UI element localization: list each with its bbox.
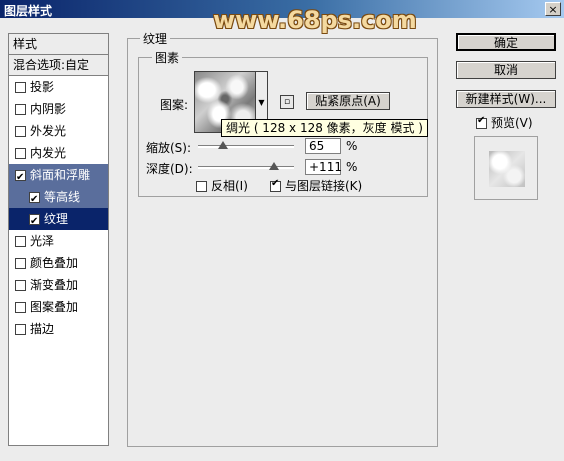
link-label: 与图层链接(K) [285,179,363,193]
scale-slider-thumb[interactable] [217,141,228,149]
window-title: 图层样式 [4,4,53,18]
style-item-color-overlay[interactable]: 颜色叠加 [9,252,108,274]
style-list: 样式 混合选项:自定 投影 内阴影 外发光 内发光 斜面和浮雕 等高线 纹理 光… [8,33,109,446]
style-item-label: 内阴影 [30,102,67,116]
style-item-pattern-overlay[interactable]: 图案叠加 [9,296,108,318]
style-item-gradient-overlay[interactable]: 渐变叠加 [9,274,108,296]
cancel-button[interactable]: 取消 [456,61,556,79]
preview-thumbnail [489,151,525,187]
scale-label: 缩放(S): [146,141,192,155]
style-item-label: 纹理 [44,212,69,226]
style-item-drop-shadow[interactable]: 投影 [9,76,108,98]
elements-section-title: 图素 [152,49,183,66]
style-preview [474,136,538,200]
style-item-label: 等高线 [44,190,81,204]
invert-checkbox[interactable] [196,181,207,192]
style-checkbox[interactable] [15,280,26,291]
style-checkbox[interactable] [15,302,26,313]
style-item-outer-glow[interactable]: 外发光 [9,120,108,142]
pattern-label: 图案: [160,98,189,112]
style-item-label: 斜面和浮雕 [30,168,91,182]
preview-checkbox[interactable] [476,115,487,129]
style-list-header[interactable]: 样式 [9,34,108,55]
style-checkbox[interactable] [15,258,26,269]
style-item-inner-shadow[interactable]: 内阴影 [9,98,108,120]
style-checkbox[interactable] [15,126,26,137]
link-option[interactable]: 与图层链接(K) [270,177,362,194]
texture-section-title: 纹理 [140,30,171,47]
style-item-bevel-emboss[interactable]: 斜面和浮雕 [9,164,108,189]
style-checkbox[interactable] [15,148,26,159]
new-style-button[interactable]: 新建样式(W)... [456,90,556,108]
depth-unit: % [346,160,358,174]
depth-input[interactable]: +111 [305,159,342,175]
invert-label: 反相(I) [211,179,248,193]
style-checkbox[interactable] [15,324,26,335]
style-checkbox[interactable] [29,189,40,211]
style-item-label: 颜色叠加 [30,256,79,270]
style-item-stroke[interactable]: 描边 [9,318,108,340]
style-item-label: 描边 [30,322,55,336]
scale-slider-track[interactable] [198,145,294,148]
style-item-label: 光泽 [30,234,55,248]
close-button[interactable]: × [545,2,561,16]
snap-to-origin-button[interactable]: 贴紧原点(A) [306,92,390,110]
watermark-text: www.68ps.com [213,6,417,34]
style-item-contour[interactable]: 等高线 [9,186,108,211]
ok-button[interactable]: 确定 [456,33,556,51]
style-checkbox[interactable] [15,104,26,115]
scale-unit: % [346,139,358,153]
preview-option[interactable]: 预览(V) [476,114,533,131]
depth-slider-track[interactable] [198,166,294,169]
style-checkbox[interactable] [15,236,26,247]
style-item-inner-glow[interactable]: 内发光 [9,142,108,164]
style-checkbox[interactable] [15,167,26,189]
style-item-texture[interactable]: 纹理 [9,208,108,233]
scale-input[interactable]: 65 [305,138,341,154]
style-item-satin[interactable]: 光泽 [9,230,108,252]
blend-options-item[interactable]: 混合选项:自定 [9,55,108,76]
style-item-label: 投影 [30,80,55,94]
style-item-label: 图案叠加 [30,300,79,314]
pattern-tooltip: 绸光 ( 128 x 128 像素，灰度 模式 ) [221,119,428,137]
depth-slider-thumb[interactable] [269,162,279,170]
preview-label: 预览(V) [491,116,533,130]
style-checkbox[interactable] [29,211,40,233]
invert-option[interactable]: 反相(I) [196,177,248,194]
depth-label: 深度(D): [146,162,193,176]
style-checkbox[interactable] [15,82,26,93]
new-preset-icon[interactable]: ▫ [280,95,294,109]
style-item-label: 渐变叠加 [30,278,79,292]
style-item-label: 外发光 [30,124,67,138]
style-item-label: 内发光 [30,146,67,160]
link-checkbox[interactable] [270,178,281,192]
